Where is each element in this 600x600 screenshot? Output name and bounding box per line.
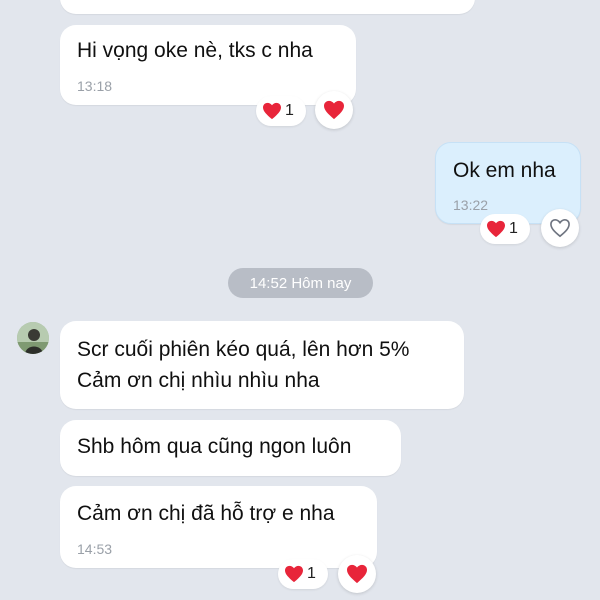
reaction-count: 1 bbox=[307, 565, 316, 582]
filled-heart-icon bbox=[324, 100, 344, 120]
message-time: 13:18 bbox=[77, 78, 113, 94]
message-text: Hi vọng oke nè, tks c nha bbox=[77, 39, 313, 62]
filled-heart-icon bbox=[487, 220, 505, 238]
message-text: Cảm ơn chị đã hỗ trợ e nha bbox=[77, 502, 335, 525]
message-bubble-incoming[interactable]: Scr cuối phiên kéo quá, lên hơn 5% Cảm ơ… bbox=[60, 321, 464, 409]
message-bubble-incoming[interactable]: Shb hôm qua cũng ngon luôn bbox=[60, 420, 401, 476]
date-separator: 14:52 Hôm nay bbox=[228, 268, 373, 298]
message-text-line1: Scr cuối phiên kéo quá, lên hơn 5% bbox=[77, 338, 410, 361]
reaction-summary[interactable]: 1 bbox=[256, 96, 306, 126]
avatar[interactable] bbox=[17, 322, 49, 354]
reaction-summary[interactable]: 1 bbox=[278, 559, 328, 589]
message-time: 14:53 bbox=[77, 541, 113, 557]
filled-heart-icon bbox=[347, 564, 367, 584]
reaction-count: 1 bbox=[285, 102, 294, 119]
message-bubble-cutoff[interactable] bbox=[60, 0, 475, 14]
filled-heart-icon bbox=[263, 102, 281, 120]
react-button[interactable] bbox=[338, 555, 376, 593]
avatar-image bbox=[17, 322, 49, 354]
message-text: Shb hôm qua cũng ngon luôn bbox=[77, 435, 352, 458]
message-text: Ok em nha bbox=[453, 159, 556, 182]
react-button[interactable] bbox=[541, 209, 579, 247]
message-time: 13:22 bbox=[453, 197, 489, 213]
message-text-line2: Cảm ơn chị nhìu nhìu nha bbox=[77, 369, 320, 392]
reaction-count: 1 bbox=[509, 220, 518, 237]
message-bubble-incoming[interactable]: Hi vọng oke nè, tks c nha 13:18 bbox=[60, 25, 356, 105]
filled-heart-icon bbox=[285, 565, 303, 583]
reaction-summary[interactable]: 1 bbox=[480, 214, 530, 244]
outline-heart-icon bbox=[550, 218, 570, 238]
react-button[interactable] bbox=[315, 91, 353, 129]
message-bubble-incoming[interactable]: Cảm ơn chị đã hỗ trợ e nha 14:53 bbox=[60, 486, 377, 568]
